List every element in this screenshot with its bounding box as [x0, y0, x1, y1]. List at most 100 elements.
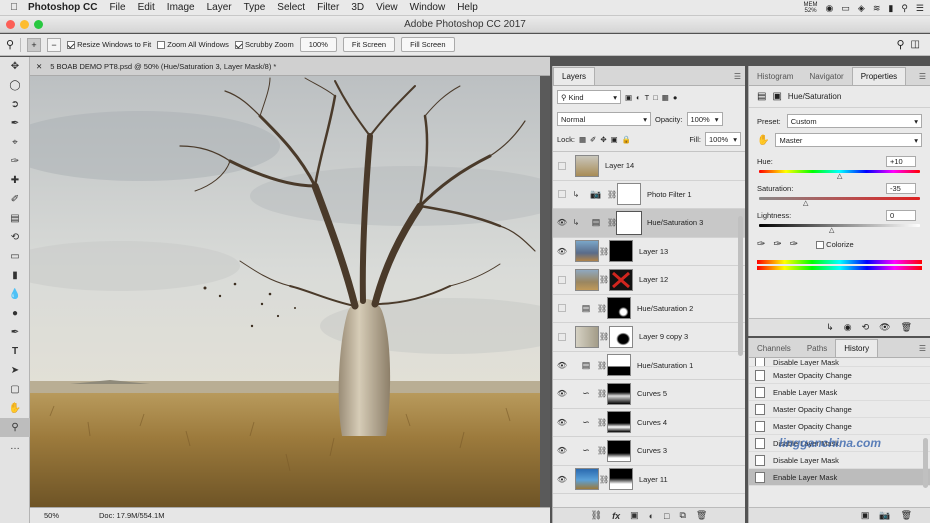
panel-menu-icon[interactable]: ☰	[734, 72, 741, 81]
layer-name[interactable]: Hue/Saturation 1	[637, 361, 693, 370]
history-item[interactable]: Master Opacity Change	[749, 418, 930, 435]
zoom-button[interactable]	[34, 20, 43, 29]
tab-properties[interactable]: Properties	[851, 67, 907, 85]
link-icon[interactable]: ⛓	[607, 218, 617, 227]
fit-screen-button[interactable]: Fit Screen	[342, 37, 396, 52]
new-group-icon[interactable]: □	[664, 511, 669, 521]
scrubby-zoom-checkbox[interactable]: Scrubby Zoom	[234, 40, 294, 49]
hue-slider-thumb[interactable]: △	[749, 173, 930, 180]
layer-row[interactable]: 👁 ⛓ Layer 13	[553, 238, 745, 266]
lock-all-icon[interactable]: 🔒	[622, 135, 631, 144]
type-tool-icon[interactable]: T	[0, 342, 30, 361]
search-icon[interactable]: ⚲	[901, 3, 908, 14]
battery-icon[interactable]: ▮	[888, 3, 893, 14]
minimize-button[interactable]	[20, 20, 29, 29]
link-icon[interactable]: ⛓	[599, 475, 609, 484]
zoom-tool-icon[interactable]: ⚲	[0, 418, 30, 437]
history-scrollbar[interactable]	[923, 438, 928, 488]
eyedropper-icon[interactable]: ✑	[757, 239, 765, 250]
layer-mask-thumbnail[interactable]	[609, 468, 633, 491]
blur-tool-icon[interactable]: 💧	[0, 285, 30, 304]
eye-icon[interactable]: 👁	[553, 389, 571, 398]
app-menu[interactable]: Photoshop CC	[28, 2, 97, 13]
menu-help[interactable]: Help	[457, 2, 478, 13]
layer-row[interactable]: 👁 ↳ ▤ ⛓ Hue/Saturation 3	[553, 209, 745, 238]
lock-artboard-icon[interactable]: ▣	[611, 135, 618, 144]
layer-mask-thumbnail[interactable]	[616, 210, 642, 235]
layer-row[interactable]: 👁 ∽ ⛓ Curves 5	[553, 380, 745, 409]
menu-image[interactable]: Image	[167, 2, 195, 13]
fill-screen-button[interactable]: Fill Screen	[401, 37, 455, 52]
history-item[interactable]: Disable Layer Mask	[749, 358, 930, 367]
layer-row[interactable]: 👁 ⛓ Layer 11	[553, 466, 745, 494]
opacity-input[interactable]: 100% ▾	[686, 112, 723, 126]
panel-menu-icon[interactable]: ☰	[919, 72, 926, 81]
zoom-level[interactable]: 50%	[44, 511, 59, 520]
layer-mask-thumbnail[interactable]	[607, 439, 631, 462]
close-tab-icon[interactable]: ✕	[36, 62, 42, 71]
menu-filter[interactable]: Filter	[317, 2, 339, 13]
reset-icon[interactable]: ⟲	[862, 322, 870, 333]
lightness-slider-thumb[interactable]: △	[749, 227, 930, 234]
history-item[interactable]: Enable Layer Mask	[749, 469, 930, 486]
layer-name[interactable]: Curves 3	[637, 446, 667, 455]
eye-icon[interactable]: 👁	[553, 247, 571, 256]
eye-icon[interactable]: 👁	[553, 361, 571, 370]
marquee-tool-icon[interactable]: ◯	[0, 76, 30, 95]
search-icon[interactable]: ⚲	[896, 38, 904, 51]
menu-type[interactable]: Type	[244, 2, 266, 13]
shape-tool-icon[interactable]: ▢	[0, 380, 30, 399]
panel-menu-icon[interactable]: ☰	[919, 344, 926, 353]
lock-pixels-icon[interactable]: ✐	[590, 135, 596, 144]
new-layer-icon[interactable]: ⧉	[679, 510, 685, 521]
mask-icon[interactable]: ▣	[772, 91, 781, 102]
link-icon[interactable]: ⛓	[599, 247, 609, 256]
layer-mask-thumbnail[interactable]	[607, 297, 631, 320]
menu-edit[interactable]: Edit	[138, 2, 155, 13]
fx-icon[interactable]: fx	[612, 511, 620, 521]
zoom-all-windows-checkbox[interactable]: Zoom All Windows	[157, 40, 229, 49]
zoom-100-button[interactable]: 100%	[299, 37, 337, 52]
layers-scrollbar[interactable]	[738, 216, 743, 356]
layer-row[interactable]: ⛓ Layer 12	[553, 266, 745, 295]
history-item[interactable]: Master Opacity Change	[749, 367, 930, 384]
lock-position-icon[interactable]: ✥	[600, 135, 606, 144]
layer-row[interactable]: Layer 14	[553, 152, 745, 181]
layer-name[interactable]: Curves 5	[637, 389, 667, 398]
layer-name[interactable]: Layer 9 copy 3	[639, 332, 688, 341]
pen-tool-icon[interactable]: ✒	[0, 323, 30, 342]
tab-history[interactable]: History	[835, 339, 879, 357]
history-item[interactable]: Disable Layer Mask	[749, 452, 930, 469]
link-icon[interactable]: ⛓	[597, 446, 607, 455]
layer-mask-thumbnail[interactable]	[607, 382, 631, 405]
zoom-tool-icon[interactable]: ⚲	[6, 38, 14, 51]
airplay-icon[interactable]: ▭	[841, 3, 850, 14]
close-button[interactable]	[6, 20, 15, 29]
layer-name[interactable]: Curves 4	[637, 418, 667, 427]
hand-tool-icon[interactable]: ✋	[0, 399, 30, 418]
link-layers-icon[interactable]: ⛓	[591, 510, 602, 521]
history-brush-icon[interactable]: ⟲	[0, 228, 30, 247]
brush-tool-icon[interactable]: ✐	[0, 190, 30, 209]
hue-input[interactable]: +10	[886, 156, 916, 167]
dodge-tool-icon[interactable]: ●	[0, 304, 30, 323]
layer-mask-thumbnail[interactable]	[609, 268, 633, 291]
tab-navigator[interactable]: Navigator	[801, 68, 851, 85]
record-icon[interactable]: ◉	[826, 3, 834, 14]
new-document-from-state-icon[interactable]: ▣	[861, 510, 870, 521]
adjustment-layer-icon[interactable]: ◐	[649, 511, 654, 521]
filter-type-icon[interactable]: T	[645, 93, 650, 102]
document-tab[interactable]: ✕ 5 BOAB DEMO PT8.psd @ 50% (Hue/Saturat…	[30, 57, 550, 76]
filter-smart-icon[interactable]: ▦	[662, 93, 669, 102]
healing-tool-icon[interactable]: ✚	[0, 171, 30, 190]
link-icon[interactable]: ⛓	[597, 418, 607, 427]
snapshot-icon[interactable]: 📷	[879, 510, 890, 521]
move-tool-icon[interactable]: ✥	[0, 57, 30, 76]
wifi-icon[interactable]: ≋	[873, 3, 881, 14]
resize-windows-checkbox[interactable]: Resize Windows to Fit	[67, 40, 151, 49]
tab-channels[interactable]: Channels	[749, 340, 799, 357]
layer-row[interactable]: 👁 ∽ ⛓ Curves 4	[553, 409, 745, 437]
tab-layers[interactable]: Layers	[553, 67, 596, 85]
menu-select[interactable]: Select	[277, 2, 305, 13]
delete-layer-icon[interactable]: 🗑	[696, 510, 707, 521]
